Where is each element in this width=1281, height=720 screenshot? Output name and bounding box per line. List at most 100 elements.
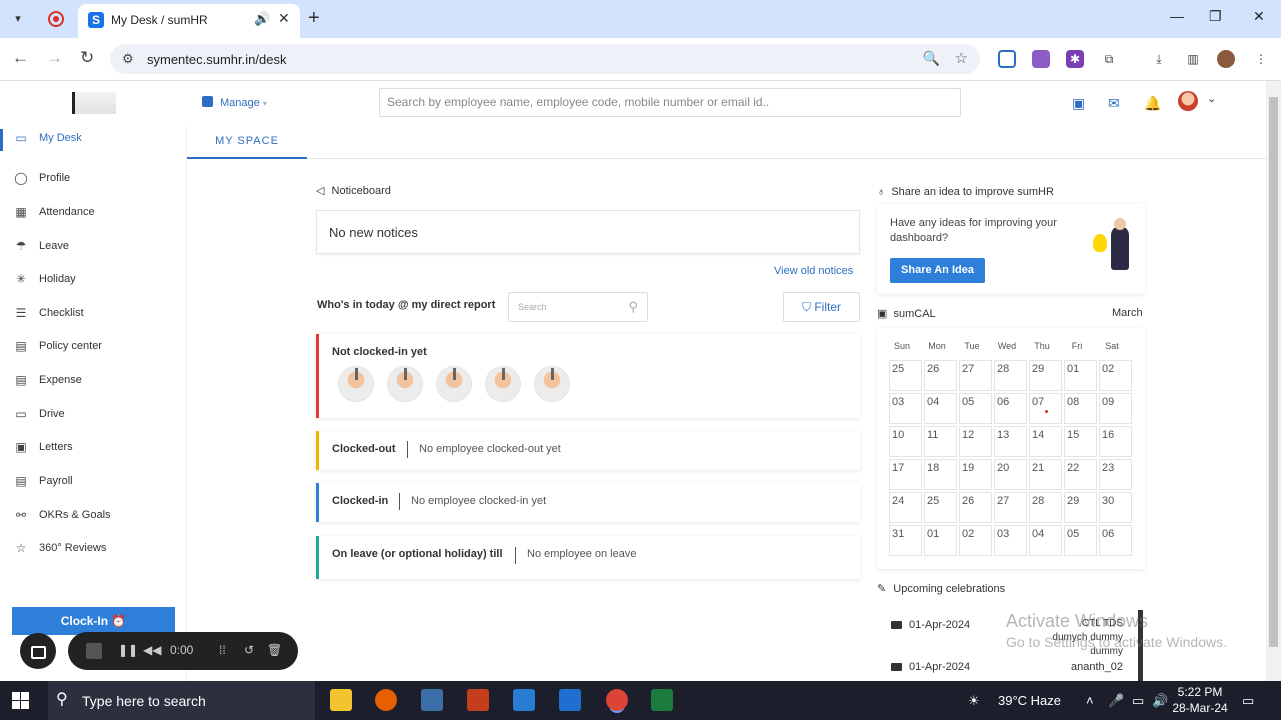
calendar-day[interactable]: 06 <box>1099 525 1132 556</box>
employee-avatar[interactable] <box>436 366 472 402</box>
celebration-row[interactable]: 01-Apr-2024 ananth_02 <box>877 654 1139 684</box>
recorder-camera-button[interactable] <box>20 633 56 669</box>
taskbar-clock[interactable]: 5:22 PM 28-Mar-24 <box>1172 684 1228 716</box>
weather-text[interactable]: 39°C Haze <box>998 693 1061 708</box>
clock-in-button[interactable]: Clock-In ⏰ <box>12 607 175 635</box>
calendar-day[interactable]: 04 <box>924 393 957 424</box>
calendar-day[interactable]: 10 <box>889 426 922 457</box>
calendar-day[interactable]: 03 <box>994 525 1027 556</box>
calculator-icon[interactable] <box>421 689 443 711</box>
store-icon[interactable] <box>559 689 581 711</box>
sidebar-item-policy-center[interactable]: ▤ Policy center <box>0 336 187 360</box>
calendar-day[interactable]: 09 <box>1099 393 1132 424</box>
drag-grid-icon[interactable]: ⁞⁞ <box>219 643 226 657</box>
sidebar-item-letters[interactable]: ▣ Letters <box>0 437 187 461</box>
sidebar-item-attendance[interactable]: ▦ Attendance <box>0 202 187 226</box>
calendar-day[interactable]: 13 <box>994 426 1027 457</box>
calendar-day[interactable]: 11 <box>924 426 957 457</box>
page-scrollbar-thumb[interactable] <box>1269 97 1278 647</box>
calendar-day[interactable]: 26 <box>924 360 957 391</box>
calendar-day[interactable]: 24 <box>889 492 922 523</box>
calendar-day[interactable]: 25 <box>924 492 957 523</box>
close-tab-icon[interactable]: ✕ <box>278 10 290 27</box>
calendar-day[interactable]: 26 <box>959 492 992 523</box>
close-window-icon[interactable]: ✕ <box>1253 8 1265 25</box>
calendar-day[interactable]: 15 <box>1064 426 1097 457</box>
filter-button[interactable]: ⛉ Filter <box>783 292 860 322</box>
sidebar-item-leave[interactable]: ☂ Leave <box>0 236 187 260</box>
calendar-day[interactable]: 04 <box>1029 525 1062 556</box>
microphone-icon[interactable]: 🎤 <box>1108 693 1124 709</box>
file-explorer-icon[interactable] <box>330 689 352 711</box>
calendar-day[interactable]: 01 <box>1064 360 1097 391</box>
taskbar-search-box[interactable]: ⚲ Type here to search <box>48 681 315 720</box>
back-icon[interactable]: ← <box>12 48 29 68</box>
sidebar-item-holiday[interactable]: ✳ Holiday <box>0 269 187 293</box>
trash-icon[interactable]: 🗑 <box>267 643 282 657</box>
sidebar-item-profile[interactable]: ◯ Profile <box>0 168 187 192</box>
calendar-day[interactable]: 06 <box>994 393 1027 424</box>
calendar-month[interactable]: March <box>1112 307 1143 319</box>
restart-icon[interactable]: ↺ <box>244 643 254 657</box>
calendar-day[interactable]: 28 <box>1029 492 1062 523</box>
notification-center-icon[interactable]: ▭ <box>1242 693 1254 709</box>
new-tab-button[interactable]: + <box>308 7 320 30</box>
calendar-day[interactable]: 19 <box>959 459 992 490</box>
forward-icon[interactable]: → <box>46 48 63 68</box>
calendar-day[interactable]: 03 <box>889 393 922 424</box>
calendar-day[interactable]: 29 <box>1029 360 1062 391</box>
mail-icon[interactable]: ✉ <box>1108 95 1120 112</box>
calendar-day[interactable]: 23 <box>1099 459 1132 490</box>
calendar-day[interactable]: 21 <box>1029 459 1062 490</box>
share-idea-button[interactable]: Share An Idea <box>890 258 985 283</box>
recorder-stop-button[interactable] <box>86 643 102 659</box>
profile-avatar-icon[interactable] <box>1217 50 1235 68</box>
user-avatar[interactable] <box>1178 91 1198 111</box>
side-panel-icon[interactable]: ▥ <box>1184 50 1202 68</box>
mail-app-icon[interactable] <box>513 689 535 711</box>
calendar-day[interactable]: 27 <box>959 360 992 391</box>
bookmark-star-icon[interactable]: ☆ <box>955 49 968 67</box>
calendar-day[interactable]: 01 <box>924 525 957 556</box>
sidebar-item-360-reviews[interactable]: ☆ 360° Reviews <box>0 538 187 562</box>
extension-badge-icon[interactable]: ✱ <box>1066 50 1084 68</box>
sidebar-item-expense[interactable]: ▤ Expense <box>0 370 187 394</box>
company-logo[interactable] <box>72 92 116 114</box>
view-old-notices-link[interactable]: View old notices <box>774 265 853 277</box>
volume-icon[interactable]: 🔊 <box>1152 693 1168 709</box>
reload-icon[interactable]: ↻ <box>80 48 94 68</box>
calendar-day[interactable]: 22 <box>1064 459 1097 490</box>
tab-my-space[interactable]: MY SPACE <box>187 125 307 159</box>
tray-chevron-icon[interactable]: ˄ <box>1086 693 1094 708</box>
tab-search-chevron-icon[interactable]: ▾ <box>8 9 28 29</box>
avatar-chevron-icon[interactable]: ⌄ <box>1207 92 1216 105</box>
pause-icon[interactable]: ❚❚ <box>118 643 138 657</box>
calendar-day[interactable]: 27 <box>994 492 1027 523</box>
restore-icon[interactable]: ❐ <box>1209 8 1222 25</box>
calendar-day[interactable]: 05 <box>959 393 992 424</box>
notification-bell-icon[interactable]: 🔔 <box>1144 95 1161 112</box>
calendar-day[interactable]: 28 <box>994 360 1027 391</box>
weather-icon[interactable]: ☀ <box>968 693 980 709</box>
zoom-icon[interactable]: 🔍 <box>923 50 940 67</box>
firefox-icon[interactable] <box>375 689 397 711</box>
calendar-day[interactable]: 08 <box>1064 393 1097 424</box>
sidebar-item-payroll[interactable]: ▤ Payroll <box>0 471 187 495</box>
employee-avatar[interactable] <box>534 366 570 402</box>
sidebar-item-drive[interactable]: ▭ Drive <box>0 404 187 428</box>
report-search-input[interactable]: Search ⚲ <box>508 292 648 322</box>
calendar-day[interactable]: 05 <box>1064 525 1097 556</box>
calendar-day[interactable]: 31 <box>889 525 922 556</box>
screen-capture-extension-icon[interactable] <box>998 50 1016 68</box>
employee-avatar[interactable] <box>387 366 423 402</box>
windows-start-icon[interactable] <box>12 692 29 709</box>
calendar-day[interactable]: 29 <box>1064 492 1097 523</box>
employee-avatar[interactable] <box>338 366 374 402</box>
network-icon[interactable]: ▭ <box>1132 693 1144 709</box>
minimize-icon[interactable]: — <box>1170 8 1184 24</box>
calendar-day[interactable]: 02 <box>1099 360 1132 391</box>
tasks-icon[interactable]: ▣ <box>1072 95 1085 112</box>
calendar-day[interactable]: 17 <box>889 459 922 490</box>
speaker-icon[interactable]: 🔊 <box>254 11 270 27</box>
calendar-day[interactable]: 25 <box>889 360 922 391</box>
